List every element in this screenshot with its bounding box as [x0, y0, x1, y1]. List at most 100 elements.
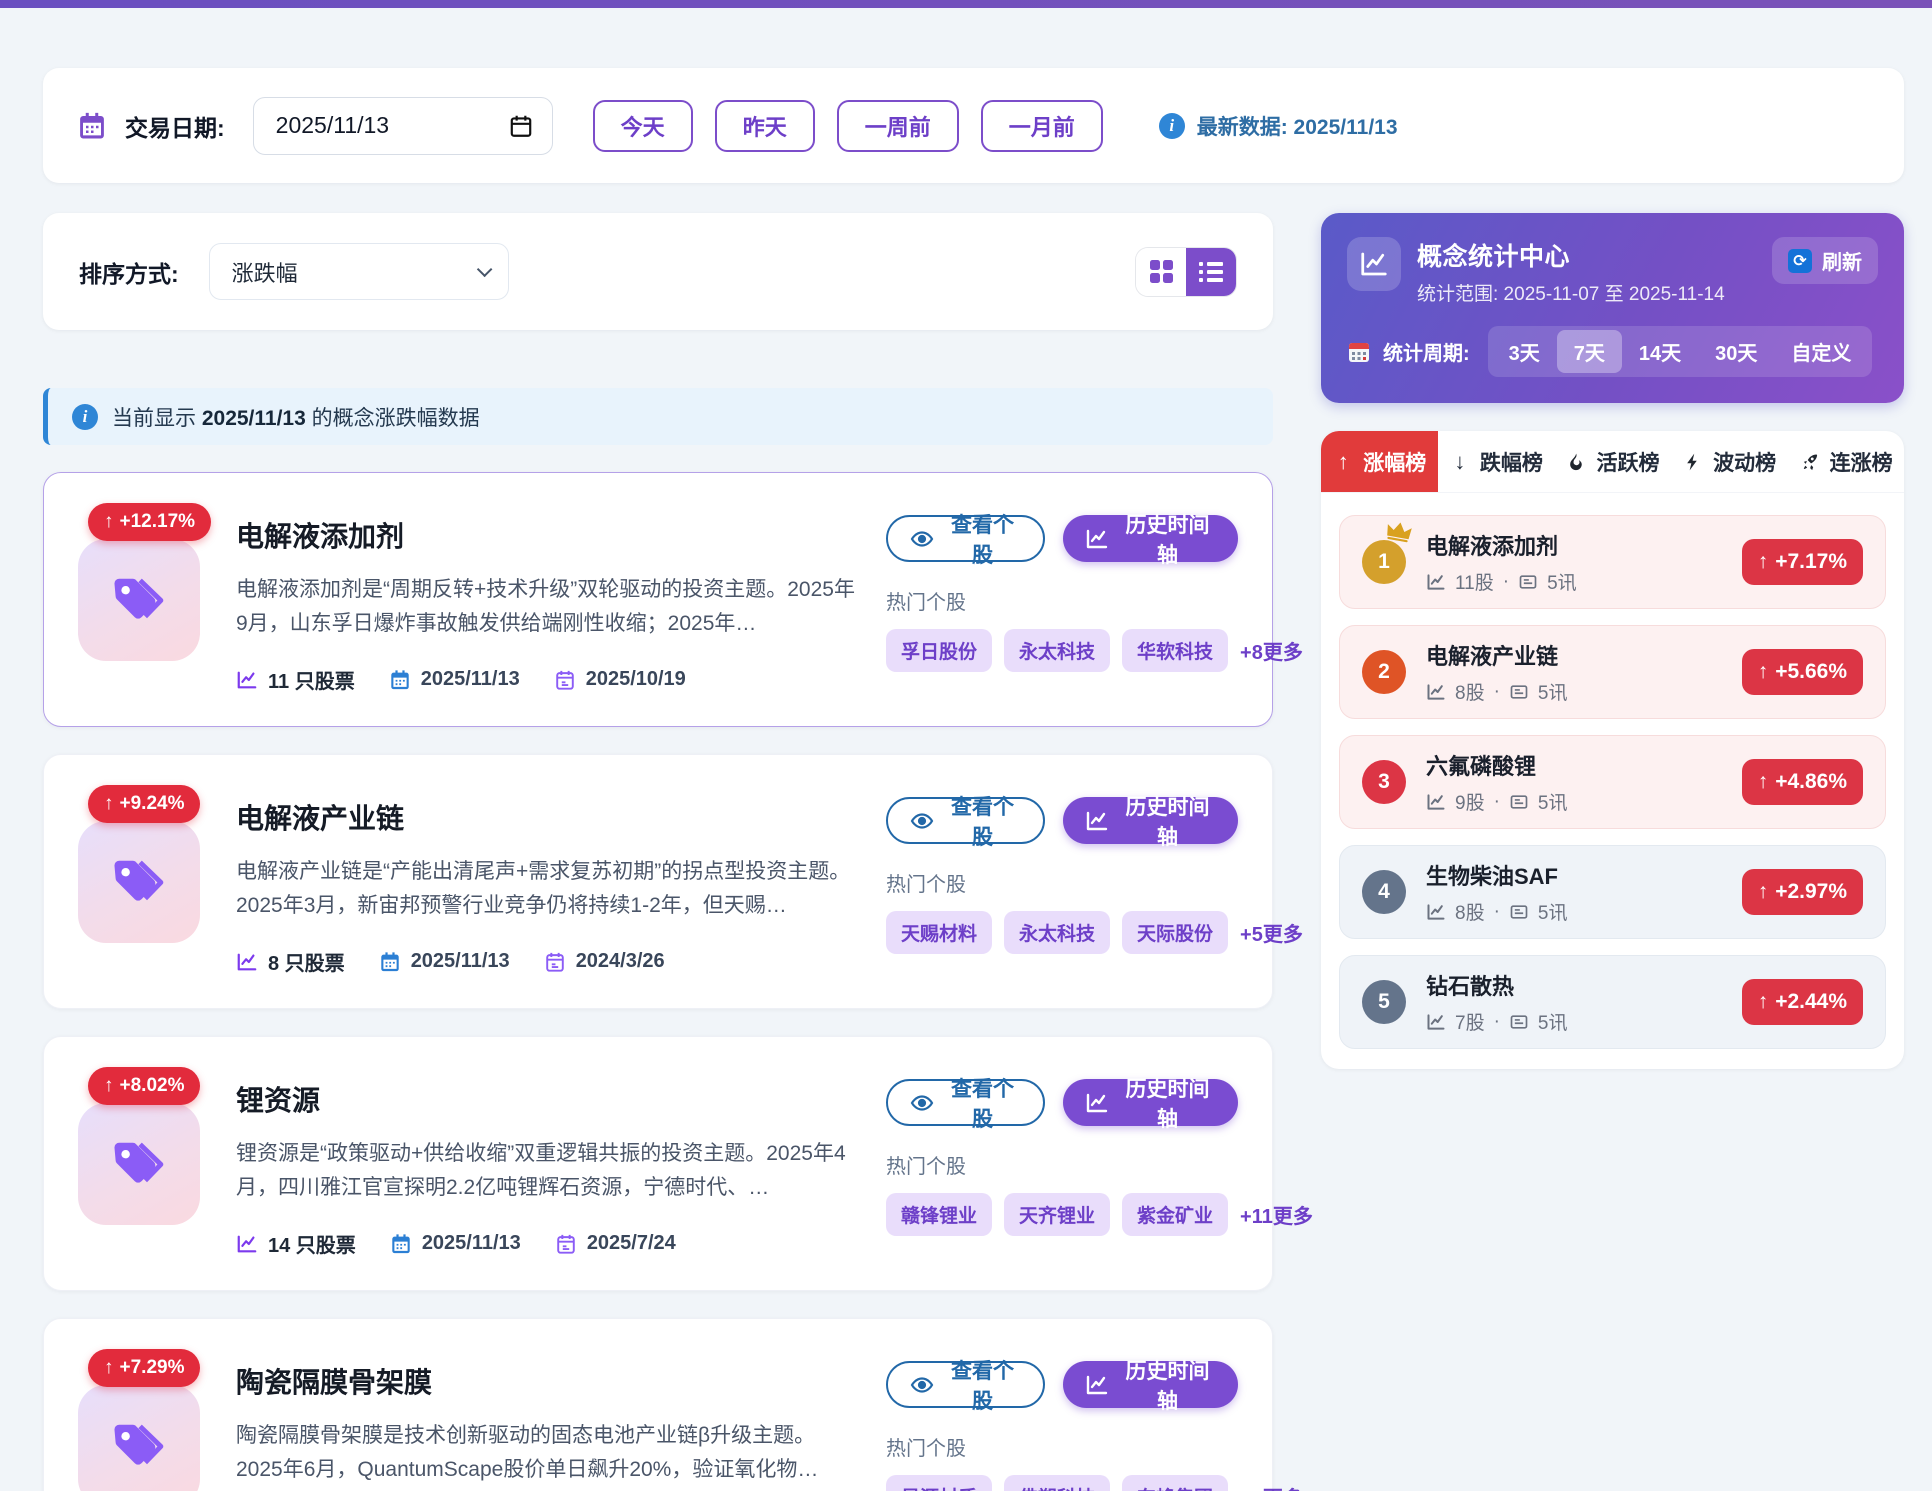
- ranking-tabs: ↑涨幅榜↓跌幅榜活跃榜波动榜连涨榜: [1321, 431, 1904, 493]
- hot-stock-chip[interactable]: 赣锋锂业: [886, 1193, 992, 1236]
- arrow-up-icon: ↑: [1758, 990, 1769, 1014]
- sort-label: 排序方式:: [79, 255, 179, 289]
- more-stocks-link[interactable]: +8更多: [1240, 636, 1303, 665]
- concept-tile: [78, 539, 200, 661]
- quick-date-button[interactable]: 今天: [593, 100, 693, 152]
- change-value: +8.02%: [120, 1075, 185, 1097]
- concept-tile: [78, 1385, 200, 1491]
- rank-meta: 7股 · 5讯: [1426, 1008, 1722, 1035]
- ranking-tab-2[interactable]: 活跃榜: [1554, 431, 1671, 492]
- sort-select[interactable]: 涨跌幅: [209, 243, 509, 300]
- rank-item-2[interactable]: 2 电解液产业链 8股 · 5讯 ↑ +5.66%: [1339, 625, 1886, 719]
- hot-stock-chips: 赣锋锂业天齐锂业紫金矿业+11更多: [886, 1193, 1238, 1236]
- hot-stock-chip[interactable]: 孚日股份: [886, 629, 992, 672]
- quick-date-button[interactable]: 一周前: [837, 100, 959, 152]
- rank-concept-name: 电解液添加剂: [1426, 534, 1558, 559]
- rank-item-3[interactable]: 3 六氟磷酸锂 9股 · 5讯 ↑ +4.86%: [1339, 735, 1886, 829]
- ranking-tab-3[interactable]: 波动榜: [1671, 431, 1788, 492]
- grid-view-button[interactable]: [1136, 248, 1186, 296]
- calendar-icon: [77, 111, 107, 141]
- rank-concept-name: 六氟磷酸锂: [1426, 754, 1536, 779]
- more-stocks-link[interactable]: +5更多: [1240, 918, 1303, 947]
- rank-item-4[interactable]: 4 生物柴油SAF 8股 · 5讯 ↑ +2.97%: [1339, 845, 1886, 939]
- ranking-tab-4[interactable]: 连涨榜: [1787, 431, 1904, 492]
- rank-item-1[interactable]: 1 电解液添加剂 11股 · 5讯 ↑ +7.17%: [1339, 515, 1886, 609]
- rank-badge: 4: [1362, 870, 1406, 914]
- chart-line-icon: [1085, 1091, 1109, 1115]
- period-button[interactable]: 7天: [1557, 330, 1622, 373]
- concept-meta: 8 只股票 2025/11/13 2024/3/26: [236, 947, 858, 976]
- hot-stock-chip[interactable]: 天赐材料: [886, 911, 992, 954]
- period-segmented-control: 3天7天14天30天自定义: [1488, 326, 1873, 377]
- ranking-panel: ↑涨幅榜↓跌幅榜活跃榜波动榜连涨榜 1 电解液添加剂 11股 · 5讯 ↑ +7…: [1321, 431, 1904, 1069]
- rank-stock-count: 9股: [1455, 788, 1485, 815]
- arrow-down-icon: ↓: [1449, 451, 1471, 473]
- concept-card: ↑ +8.02% 锂资源 锂资源是“政策驱动+供给收缩”双重逻辑共振的投资主题。…: [43, 1036, 1273, 1291]
- more-stocks-link[interactable]: +11更多: [1240, 1200, 1313, 1229]
- hot-stock-chip[interactable]: 永太科技: [1004, 911, 1110, 954]
- view-stocks-button[interactable]: 查看个股: [886, 797, 1045, 844]
- ranking-tab-0[interactable]: ↑涨幅榜: [1321, 431, 1438, 492]
- trade-date-input[interactable]: 2025/11/13: [253, 97, 553, 155]
- period-button[interactable]: 自定义: [1774, 330, 1868, 373]
- calendar-check-icon: [544, 951, 566, 973]
- created-date: 2024/3/26: [576, 950, 665, 973]
- chart-line-icon: [1347, 237, 1401, 291]
- history-timeline-button[interactable]: 历史时间轴: [1063, 797, 1238, 844]
- period-label: 统计周期:: [1383, 337, 1470, 366]
- rank-change-pill: ↑ +4.86%: [1742, 759, 1863, 805]
- view-stocks-button[interactable]: 查看个股: [886, 1079, 1045, 1126]
- rank-stock-count: 8股: [1455, 678, 1485, 705]
- more-stocks-link[interactable]: +5更多: [1240, 1482, 1303, 1491]
- concept-title: 电解液产业链: [236, 797, 858, 837]
- rank-number: 5: [1378, 990, 1390, 1014]
- hot-stock-chip[interactable]: 华软科技: [1122, 629, 1228, 672]
- stats-title: 概念统计中心: [1417, 237, 1725, 273]
- period-button[interactable]: 14天: [1622, 330, 1698, 373]
- rank-meta: 8股 · 5讯: [1426, 678, 1722, 705]
- rank-change-pill: ↑ +7.17%: [1742, 539, 1863, 585]
- period-button[interactable]: 30天: [1698, 330, 1774, 373]
- list-view-button[interactable]: [1186, 248, 1236, 296]
- hot-stock-chip[interactable]: 紫金矿业: [1122, 1193, 1228, 1236]
- rank-number: 4: [1378, 880, 1390, 904]
- hot-stock-chip[interactable]: 星源材质: [886, 1475, 992, 1491]
- rank-change-value: +2.44%: [1775, 990, 1847, 1014]
- view-stocks-button[interactable]: 查看个股: [886, 515, 1045, 562]
- eye-icon: [910, 809, 934, 833]
- view-toggle: [1135, 247, 1237, 297]
- chart-line-icon: [1426, 902, 1446, 922]
- view-stocks-button[interactable]: 查看个股: [886, 1361, 1045, 1408]
- date-picker-icon[interactable]: [508, 113, 534, 139]
- calendar-check-icon: [555, 1233, 577, 1255]
- hot-stock-chip[interactable]: 佛塑科技: [1004, 1475, 1110, 1491]
- history-timeline-button[interactable]: 历史时间轴: [1063, 515, 1238, 562]
- stock-count: 11 只股票: [268, 665, 355, 694]
- sort-toolbar: 排序方式: 涨跌幅: [43, 213, 1273, 330]
- news-icon: [1518, 572, 1538, 592]
- history-timeline-button[interactable]: 历史时间轴: [1063, 1361, 1238, 1408]
- refresh-button[interactable]: ⟳ 刷新: [1772, 237, 1878, 284]
- quick-date-button[interactable]: 一月前: [981, 100, 1103, 152]
- ranking-tab-1[interactable]: ↓跌幅榜: [1438, 431, 1555, 492]
- hot-stocks-label: 热门个股: [886, 586, 1238, 615]
- period-button[interactable]: 3天: [1492, 330, 1557, 373]
- hot-stock-chip[interactable]: 永太科技: [1004, 629, 1110, 672]
- concept-title: 锂资源: [236, 1079, 858, 1119]
- quick-date-button[interactable]: 昨天: [715, 100, 815, 152]
- hot-stock-chip[interactable]: 天际股份: [1122, 911, 1228, 954]
- history-timeline-button[interactable]: 历史时间轴: [1063, 1079, 1238, 1126]
- concept-description: 锂资源是“政策驱动+供给收缩”双重逻辑共振的投资主题。2025年4月，四川雅江官…: [236, 1137, 858, 1205]
- concept-tile: [78, 821, 200, 943]
- news-icon: [1509, 902, 1529, 922]
- hot-stock-chip[interactable]: 天齐锂业: [1004, 1193, 1110, 1236]
- eye-icon: [910, 1373, 934, 1397]
- current-view-banner: i 当前显示 2025/11/13 的概念涨跌幅数据: [43, 388, 1273, 445]
- rank-item-5[interactable]: 5 钻石散热 7股 · 5讯 ↑ +2.44%: [1339, 955, 1886, 1049]
- hot-stock-chip[interactable]: 东峰集团: [1122, 1475, 1228, 1491]
- info-icon: i: [72, 404, 98, 430]
- rank-change-pill: ↑ +2.97%: [1742, 869, 1863, 915]
- news-icon: [1509, 1012, 1529, 1032]
- rank-number: 3: [1378, 770, 1390, 794]
- chevron-down-icon: [477, 262, 493, 278]
